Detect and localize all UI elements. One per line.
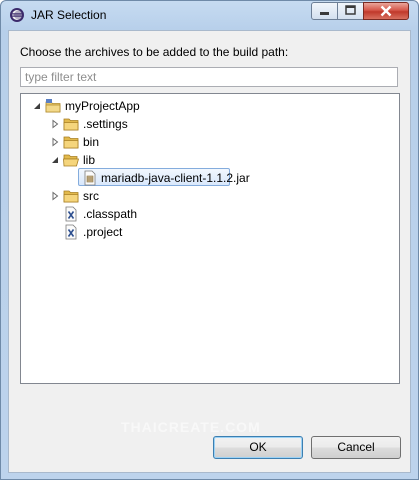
minimize-icon (320, 12, 329, 15)
tree-node-classpath[interactable]: .classpath (21, 205, 399, 223)
open-folder-icon (63, 154, 79, 167)
eclipse-icon (10, 8, 24, 22)
jar-file-icon (84, 170, 96, 186)
collapsed-arrow-icon[interactable] (50, 191, 60, 201)
tree-node-src[interactable]: src (21, 187, 399, 205)
folder-icon (63, 190, 79, 203)
tree-node-label: mariadb-java-client-1.1.2.jar (101, 171, 250, 185)
tree-node-settings[interactable]: .settings (21, 115, 399, 133)
tree-node-project-file[interactable]: .project (21, 223, 399, 241)
folder-icon (63, 118, 79, 131)
watermark: THAICREATE.COM (121, 419, 261, 435)
tree-node-label: myProjectApp (65, 99, 140, 113)
window-title: JAR Selection (31, 8, 107, 22)
close-icon (380, 5, 392, 17)
tree-node-label: .classpath (83, 207, 138, 221)
dialog-body: Choose the archives to be added to the b… (8, 30, 411, 473)
title-bar[interactable]: JAR Selection (1, 1, 418, 29)
collapsed-arrow-icon[interactable] (50, 119, 60, 129)
xml-file-icon (65, 224, 77, 240)
jar-selection-window: JAR Selection Choose the archives to be … (0, 0, 419, 480)
tree-node-project[interactable]: myProjectApp (21, 97, 399, 115)
collapsed-arrow-icon[interactable] (50, 137, 60, 147)
tree-node-bin[interactable]: bin (21, 133, 399, 151)
tree-node-label: lib (83, 153, 96, 167)
dialog-prompt: Choose the archives to be added to the b… (20, 45, 289, 59)
tree-node-lib[interactable]: lib (21, 151, 399, 169)
tree-node-label: src (83, 189, 99, 203)
folder-icon (63, 136, 79, 149)
cancel-button[interactable]: Cancel (311, 436, 401, 459)
tree-node-label: bin (83, 135, 100, 149)
xml-file-icon (65, 206, 77, 222)
tree-node-jar[interactable]: mariadb-java-client-1.1.2.jar (21, 168, 399, 187)
ok-button[interactable]: OK (213, 436, 303, 459)
expanded-arrow-icon[interactable] (32, 101, 42, 111)
minimize-button[interactable] (311, 2, 338, 20)
tree-node-label: .settings (83, 117, 128, 131)
maximize-icon (345, 5, 356, 15)
close-button[interactable] (363, 2, 409, 20)
project-folder-icon (45, 99, 61, 113)
maximize-button[interactable] (337, 2, 364, 20)
archive-tree[interactable]: myProjectApp .settings bin lib mariadb-j… (20, 93, 400, 384)
expanded-arrow-icon[interactable] (50, 155, 60, 165)
tree-node-label: .project (83, 225, 123, 239)
filter-input[interactable] (20, 67, 398, 87)
